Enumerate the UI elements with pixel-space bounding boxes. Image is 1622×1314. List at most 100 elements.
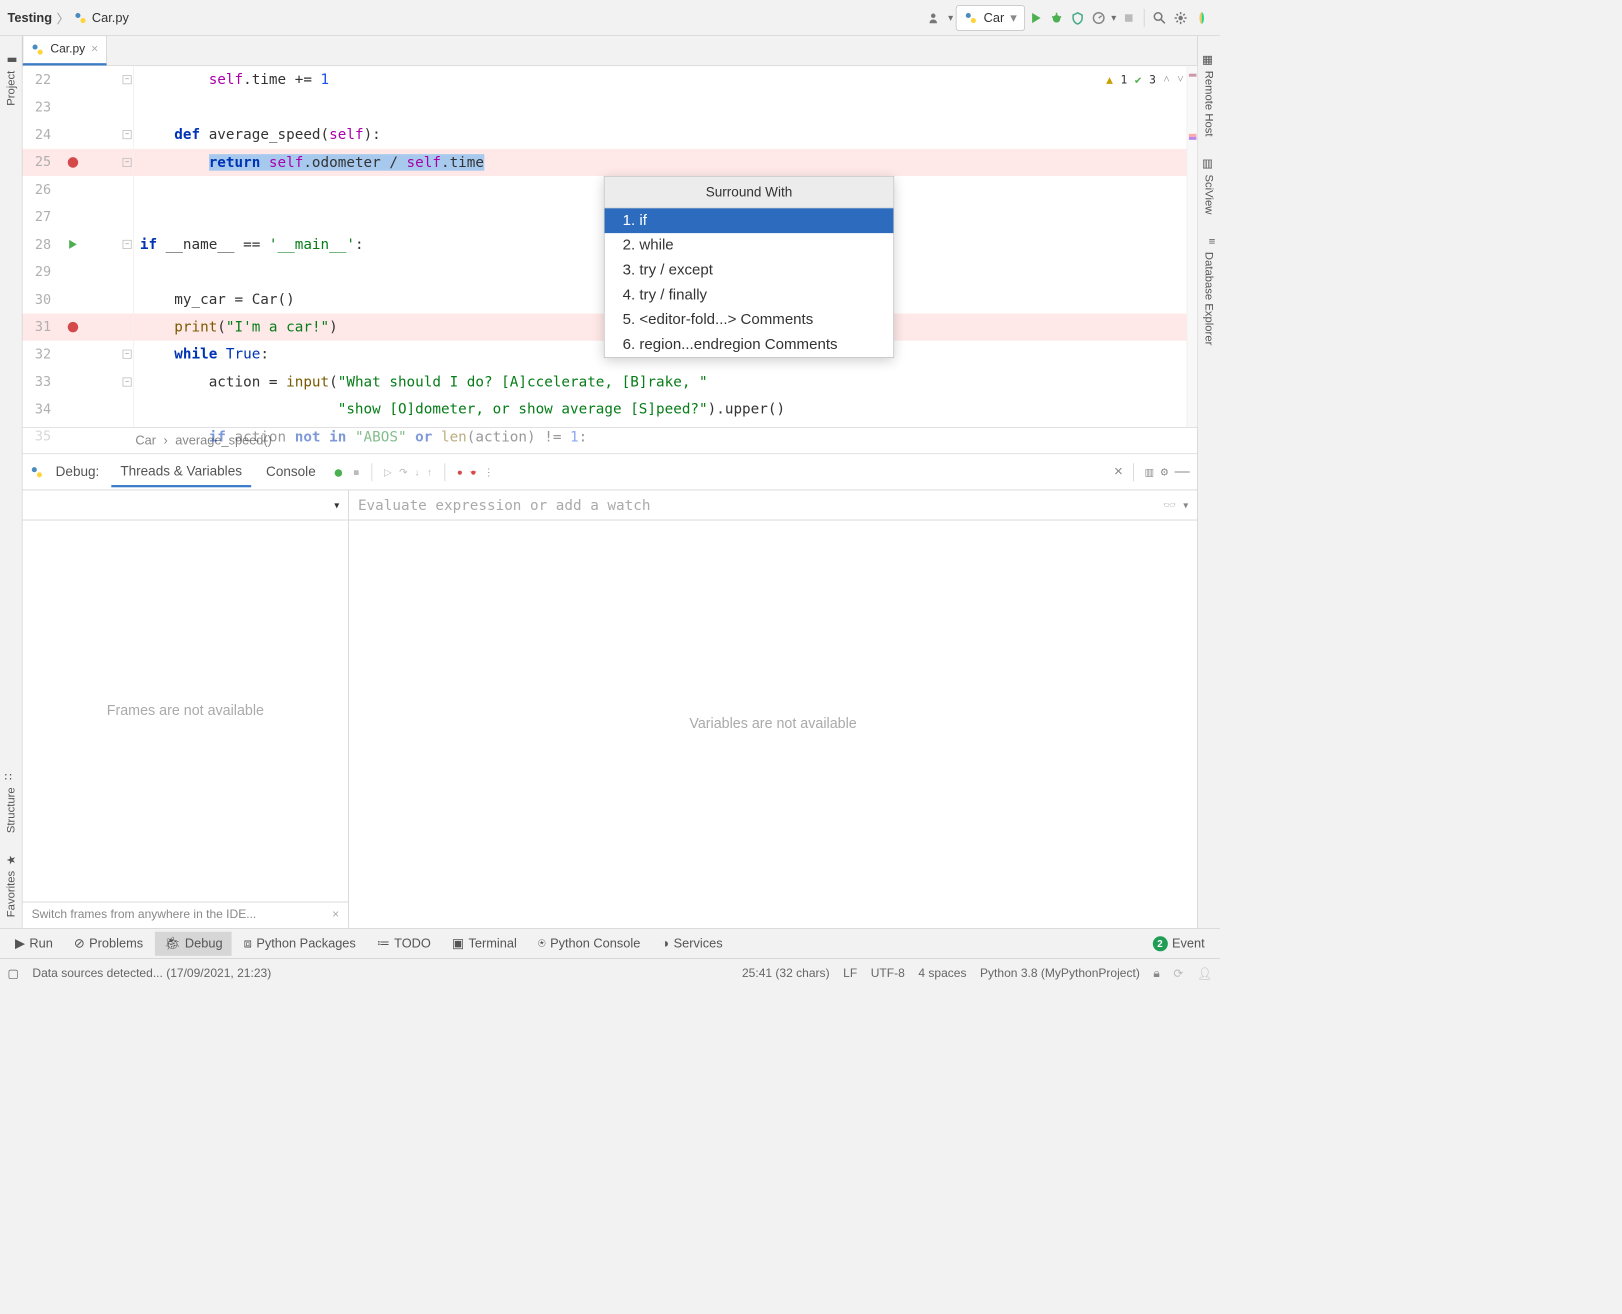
remote-icon: ▦ bbox=[1203, 54, 1215, 66]
inspections-widget[interactable]: ▲1 ✔3 ˄ ˅ bbox=[1106, 72, 1184, 86]
python-packages-tab[interactable]: ⧈Python Packages bbox=[235, 931, 365, 955]
sync-icon[interactable]: ⟳ bbox=[1173, 966, 1183, 981]
mute-breakpoints-icon[interactable]: ● bbox=[470, 466, 476, 477]
debug-bug-icon[interactable] bbox=[331, 464, 346, 479]
popup-item-try-finally[interactable]: 4. try / finally bbox=[605, 283, 894, 308]
check-icon: ✔ bbox=[1135, 73, 1142, 87]
glasses-icon[interactable]: 👓︎ bbox=[1163, 499, 1175, 511]
indent-setting[interactable]: 4 spaces bbox=[918, 967, 966, 981]
fold-icon[interactable]: − bbox=[123, 158, 132, 167]
popup-item-if[interactable]: 1. if bbox=[605, 208, 894, 233]
breadcrumb-project[interactable]: Testing bbox=[8, 10, 53, 25]
run-config-name: Car bbox=[984, 10, 1005, 25]
file-encoding[interactable]: UTF-8 bbox=[871, 967, 905, 981]
caret-position[interactable]: 25:41 (32 chars) bbox=[742, 967, 830, 981]
close-icon[interactable]: × bbox=[332, 908, 339, 922]
todo-icon: ≔ bbox=[377, 936, 390, 951]
todo-tab[interactable]: ≔TODO bbox=[368, 931, 440, 955]
resume-icon[interactable]: ▷ bbox=[384, 466, 392, 478]
evaluate-expression-input[interactable]: Evaluate expression or add a watch bbox=[358, 497, 1163, 514]
more-icon[interactable]: ⋮ bbox=[484, 466, 494, 478]
tab-label: Car.py bbox=[50, 43, 85, 57]
close-icon[interactable]: × bbox=[91, 43, 98, 57]
event-log-tab[interactable]: 2Event bbox=[1143, 931, 1213, 955]
view-breakpoints-icon[interactable]: ● bbox=[457, 466, 463, 477]
dropdown-icon: ▾ bbox=[334, 499, 339, 511]
fold-icon[interactable]: − bbox=[123, 130, 132, 139]
problems-icon: ⊘ bbox=[74, 936, 85, 951]
breadcrumb-file[interactable]: Car.py bbox=[92, 10, 129, 25]
fold-icon[interactable]: − bbox=[123, 75, 132, 84]
debug-tab-console[interactable]: Console bbox=[257, 458, 325, 486]
project-tool-button[interactable]: Project▮ bbox=[2, 44, 21, 117]
step-over-icon[interactable]: ↷ bbox=[399, 466, 407, 478]
layout-icon[interactable]: ▥ bbox=[1145, 466, 1154, 478]
fold-icon[interactable]: − bbox=[123, 350, 132, 359]
run-tab[interactable]: ▶Run bbox=[6, 931, 62, 955]
structure-tool-button[interactable]: Structure∷ bbox=[2, 761, 21, 844]
code-body[interactable]: ▲1 ✔3 ˄ ˅ self.time += 1 def average_spe… bbox=[134, 66, 1197, 427]
problems-tab[interactable]: ⊘Problems bbox=[65, 931, 152, 955]
structure-icon: ∷ bbox=[5, 771, 17, 783]
users-dropdown-icon[interactable]: ▾ bbox=[945, 7, 956, 28]
settings-icon[interactable]: ⚙ bbox=[1160, 466, 1169, 478]
tool-windows-icon[interactable]: ▢ bbox=[8, 966, 19, 981]
fold-icon[interactable]: − bbox=[123, 377, 132, 386]
ide-logo-icon[interactable] bbox=[1191, 7, 1212, 28]
frames-thread-selector[interactable]: ▾ bbox=[23, 490, 349, 520]
breakpoint-icon[interactable] bbox=[68, 322, 79, 333]
run-icon[interactable] bbox=[1025, 7, 1046, 28]
users-icon[interactable] bbox=[924, 7, 945, 28]
status-bar: ▢ Data sources detected... (17/09/2021, … bbox=[0, 958, 1220, 988]
profile-icon[interactable] bbox=[1088, 7, 1109, 28]
settings-icon[interactable] bbox=[1170, 7, 1191, 28]
run-config-selector[interactable]: Car ▾ bbox=[956, 5, 1025, 31]
warning-icon: ▲ bbox=[1106, 73, 1113, 87]
code-editor[interactable]: 22− 23 24− 25− 26 27 28− 29 30 31 32− 33… bbox=[23, 66, 1198, 427]
prev-highlight-icon[interactable]: ˄ bbox=[1163, 72, 1169, 86]
debug-label: Debug: bbox=[50, 464, 106, 480]
editor-scrollbar[interactable] bbox=[1187, 66, 1198, 427]
editor-tab[interactable]: Car.py × bbox=[23, 35, 107, 65]
fold-icon[interactable]: − bbox=[123, 240, 132, 249]
popup-item-while[interactable]: 2. while bbox=[605, 233, 894, 258]
popup-item-try-except[interactable]: 3. try / except bbox=[605, 258, 894, 283]
step-out-icon[interactable]: ↑ bbox=[427, 466, 432, 477]
coverage-icon[interactable] bbox=[1067, 7, 1088, 28]
line-separator[interactable]: LF bbox=[843, 967, 857, 981]
profile-dropdown-icon[interactable]: ▾ bbox=[1109, 7, 1118, 28]
status-message[interactable]: Data sources detected... (17/09/2021, 21… bbox=[32, 967, 271, 981]
remote-host-tool-button[interactable]: ▦Remote Host bbox=[1199, 44, 1218, 147]
lock-icon[interactable]: 🔒︎ bbox=[1153, 967, 1159, 981]
next-highlight-icon[interactable]: ˅ bbox=[1177, 72, 1183, 86]
popup-item-region[interactable]: 6. region...endregion Comments bbox=[605, 332, 894, 357]
stop-icon[interactable] bbox=[1118, 7, 1139, 28]
editor-gutter[interactable]: 22− 23 24− 25− 26 27 28− 29 30 31 32− 33… bbox=[23, 66, 134, 427]
services-tab[interactable]: ◑Services bbox=[652, 931, 731, 955]
hide-icon[interactable]: — bbox=[1175, 463, 1190, 480]
debug-icon[interactable] bbox=[1046, 7, 1067, 28]
search-icon[interactable] bbox=[1149, 7, 1170, 28]
popup-item-editor-fold[interactable]: 5. <editor-fold...> Comments bbox=[605, 308, 894, 333]
favorites-tool-button[interactable]: Favorites★ bbox=[2, 844, 21, 928]
python-console-tab[interactable]: ⍟Python Console bbox=[529, 931, 649, 955]
debug-tool-window: Debug: Threads & Variables Console ■ ▷ ↷… bbox=[23, 454, 1198, 928]
debug-tab-threads[interactable]: Threads & Variables bbox=[111, 457, 251, 487]
database-tool-button[interactable]: ≡Database Explorer bbox=[1199, 225, 1218, 356]
python-icon bbox=[30, 465, 44, 479]
terminal-tab[interactable]: ▣Terminal bbox=[443, 931, 526, 955]
python-interpreter[interactable]: Python 3.8 (MyPythonProject) bbox=[980, 967, 1140, 981]
python-icon: ⍟ bbox=[538, 936, 546, 951]
run-line-icon[interactable] bbox=[69, 240, 77, 249]
breakpoint-icon[interactable] bbox=[68, 157, 79, 168]
sciview-tool-button[interactable]: ▤SciView bbox=[1199, 147, 1218, 225]
stop-icon[interactable]: ■ bbox=[353, 466, 359, 477]
step-into-icon[interactable]: ↓ bbox=[415, 466, 420, 477]
surround-with-popup: Surround With 1. if 2. while 3. try / ex… bbox=[604, 176, 894, 358]
dropdown-icon[interactable]: ▾ bbox=[1183, 499, 1188, 511]
dropdown-icon: ▾ bbox=[1010, 10, 1016, 25]
terminal-icon: ▣ bbox=[452, 936, 464, 951]
close-panel-icon[interactable]: × bbox=[1114, 463, 1123, 480]
debug-tab[interactable]: 🐞︎Debug bbox=[155, 931, 231, 955]
user-icon[interactable]: 👤︎ bbox=[1197, 966, 1212, 981]
